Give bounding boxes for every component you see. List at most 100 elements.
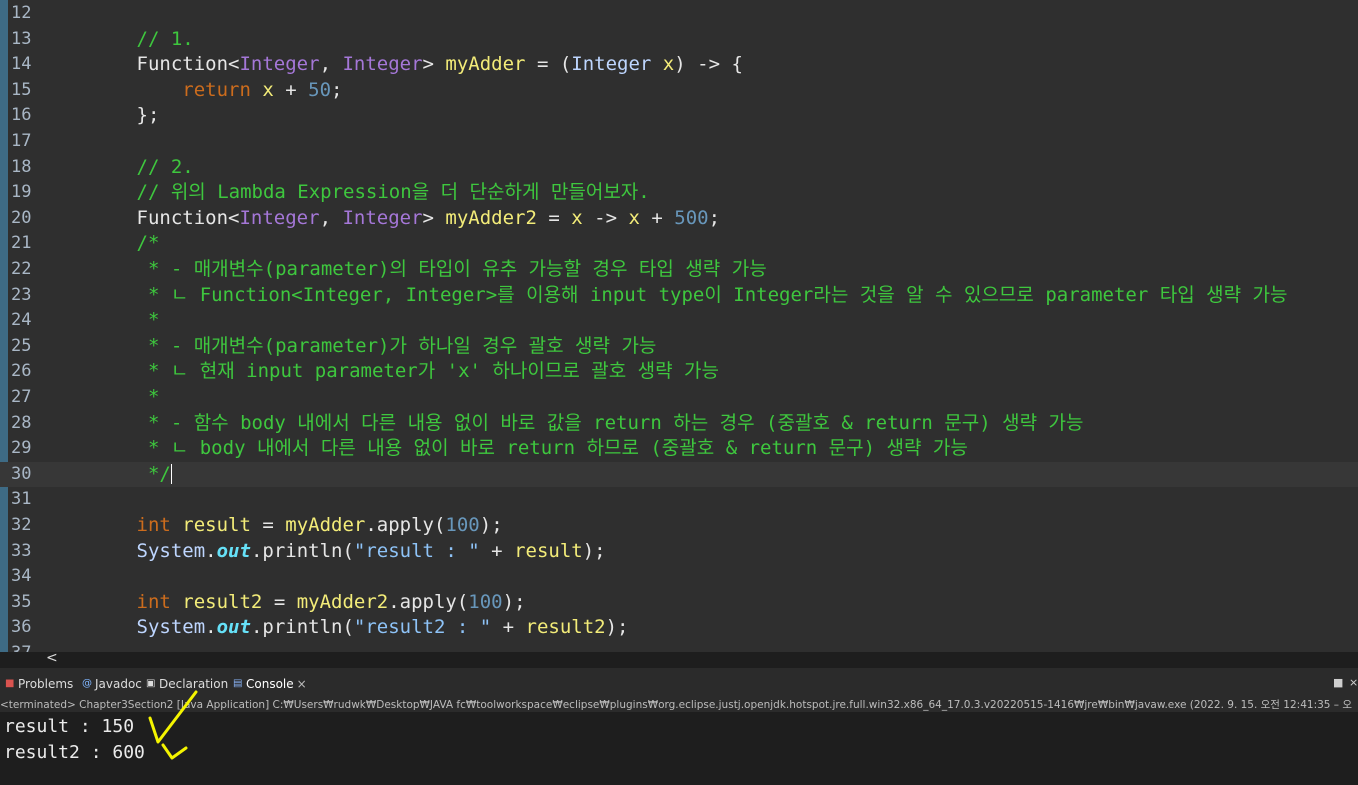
horizontal-scrollbar[interactable]: <: [0, 650, 1358, 668]
line-number: 29: [11, 438, 32, 459]
code-token: = (: [525, 53, 572, 76]
code-token: ,: [319, 206, 343, 229]
code-line[interactable]: 33 System.out.println("result : " + resu…: [0, 539, 1358, 565]
code-line[interactable]: 21 /*: [0, 231, 1358, 257]
code-token: out: [216, 616, 251, 639]
code-editor[interactable]: 12 13 // 1. 14 Function<Integer, Integer> …: [0, 0, 1358, 652]
code-line[interactable]: 30 */: [0, 461, 1358, 488]
code-line[interactable]: 26 * ㄴ 현재 input parameter가 'x' 하나이므로 괄호 …: [0, 359, 1358, 385]
code-line[interactable]: 28 * - 함수 body 내에서 다른 내용 없이 바로 값을 return…: [0, 411, 1358, 437]
line-number: 24: [11, 310, 32, 331]
code-text[interactable]: int result2 = myAdder2.apply(100);: [45, 590, 526, 616]
code-text[interactable]: System.out.println("result2 : " + result…: [45, 615, 629, 641]
scroll-left-button[interactable]: <: [46, 650, 58, 666]
code-text[interactable]: Function<Integer, Integer> myAdder2 = x …: [45, 206, 721, 232]
code-line[interactable]: 37: [0, 641, 1358, 652]
maximize-icon[interactable]: ■: [1333, 676, 1343, 689]
code-token: Function: [45, 206, 229, 229]
code-line[interactable]: 36 System.out.println("result2 : " + res…: [0, 615, 1358, 641]
code-line[interactable]: 32 int result = myAdder.apply(100);: [0, 513, 1358, 539]
code-line[interactable]: 25 * - 매개변수(parameter)가 하나일 경우 괄호 생략 가능: [0, 334, 1358, 360]
code-token: System: [45, 616, 206, 639]
line-number: 31: [11, 489, 32, 510]
code-line[interactable]: 16 };: [0, 103, 1358, 129]
code-token: * ㄴ Function<Integer, Integer>를 이용해 inpu…: [45, 283, 1288, 306]
code-line[interactable]: 35 int result2 = myAdder2.apply(100);: [0, 590, 1358, 616]
code-token: myAdder2: [296, 590, 389, 613]
code-token: );: [582, 539, 606, 562]
code-text[interactable]: *: [45, 385, 159, 411]
tab-javadoc[interactable]: @ Javadoc: [82, 677, 142, 691]
code-token: .apply(: [388, 590, 469, 613]
code-line[interactable]: 12: [0, 1, 1358, 27]
code-token: ;: [708, 206, 721, 229]
code-token: );: [605, 616, 629, 639]
code-line[interactable]: 23 * ㄴ Function<Integer, Integer>를 이용해 i…: [0, 283, 1358, 309]
code-line[interactable]: 18 // 2.: [0, 155, 1358, 181]
code-line[interactable]: 19 // 위의 Lambda Expression을 더 단순하게 만들어보자…: [0, 180, 1358, 206]
code-token: int: [45, 590, 171, 613]
line-number: 27: [11, 387, 32, 407]
code-text[interactable]: * ㄴ body 내에서 다른 내용 없이 바로 return 하므로 (중괄호…: [45, 436, 968, 462]
line-number: 26: [11, 361, 32, 382]
code-text[interactable]: *: [45, 308, 159, 334]
code-text[interactable]: /*: [45, 231, 160, 257]
code-token: ) -> {: [674, 53, 743, 76]
console-output[interactable]: result : 150 result2 : 600: [0, 712, 1358, 785]
code-line[interactable]: 29 * ㄴ body 내에서 다른 내용 없이 바로 return 하므로 (…: [0, 436, 1358, 462]
tab-declaration-label: Declaration: [159, 677, 229, 691]
line-number: 28: [11, 412, 32, 433]
code-token: 500: [674, 206, 709, 229]
line-number: 22: [11, 259, 32, 279]
panel-menu-icon[interactable]: ⨯: [1349, 676, 1358, 689]
code-text[interactable]: // 위의 Lambda Expression을 더 단순하게 만들어보자.: [45, 180, 650, 206]
console-icon: ▤: [233, 678, 243, 689]
tab-console[interactable]: ▤ Console ×: [233, 677, 307, 691]
code-token: ;: [331, 78, 343, 101]
code-text[interactable]: // 2.: [45, 155, 194, 181]
code-text[interactable]: Function<Integer, Integer> myAdder = (In…: [45, 52, 743, 78]
code-line[interactable]: 13 // 1.: [0, 27, 1358, 53]
code-text[interactable]: * - 함수 body 내에서 다른 내용 없이 바로 값을 return 하는…: [45, 411, 1084, 437]
code-token: +: [479, 539, 515, 562]
code-text[interactable]: };: [45, 103, 160, 129]
code-token: .apply(: [365, 514, 446, 536]
code-line[interactable]: 27 *: [0, 385, 1358, 411]
code-token: *: [45, 386, 160, 408]
close-icon[interactable]: ×: [297, 677, 307, 691]
code-text[interactable]: * - 매개변수(parameter)의 타입이 유추 가능할 경우 타입 생략…: [45, 257, 767, 283]
line-number: 23: [11, 284, 32, 305]
tab-declaration[interactable]: ▣ Declaration: [146, 677, 228, 691]
code-line[interactable]: 24 *: [0, 308, 1358, 334]
code-text[interactable]: int result = myAdder.apply(100);: [45, 513, 503, 539]
code-token: "result2 : ": [353, 616, 492, 639]
code-text[interactable]: System.out.println("result : " + result)…: [45, 539, 606, 565]
code-token: +: [273, 78, 309, 101]
code-token: * - 매개변수(parameter)가 하나일 경우 괄호 생략 가능: [45, 334, 657, 357]
code-text[interactable]: return x + 50;: [45, 78, 342, 104]
code-token: return: [45, 78, 251, 101]
code-text[interactable]: */: [45, 462, 172, 488]
code-token: .: [205, 616, 217, 639]
tab-console-label: Console: [246, 677, 294, 691]
line-number: 34: [11, 566, 32, 587]
tab-problems[interactable]: ■ Problems: [5, 677, 73, 691]
code-line[interactable]: 15 return x + 50;: [0, 78, 1358, 104]
code-line[interactable]: 17: [0, 129, 1358, 155]
code-token: x: [662, 53, 675, 76]
code-text[interactable]: * - 매개변수(parameter)가 하나일 경우 괄호 생략 가능: [45, 334, 656, 360]
code-token: );: [502, 590, 526, 613]
code-line[interactable]: 31: [0, 487, 1358, 513]
code-text[interactable]: * ㄴ Function<Integer, Integer>를 이용해 inpu…: [45, 283, 1288, 309]
text-cursor: [170, 464, 172, 485]
line-number: 12: [11, 3, 32, 23]
code-token: =: [250, 514, 286, 536]
line-number: 33: [11, 540, 32, 561]
code-line[interactable]: 22 * - 매개변수(parameter)의 타입이 유추 가능할 경우 타입…: [0, 257, 1358, 283]
code-line[interactable]: 20 Function<Integer, Integer> myAdder2 =…: [0, 206, 1358, 232]
code-text[interactable]: // 1.: [45, 27, 194, 53]
line-number: 36: [11, 617, 32, 638]
code-line[interactable]: 34: [0, 564, 1358, 590]
code-line[interactable]: 14 Function<Integer, Integer> myAdder = …: [0, 52, 1358, 78]
code-text[interactable]: * ㄴ 현재 input parameter가 'x' 하나이므로 괄호 생략 …: [45, 359, 719, 385]
